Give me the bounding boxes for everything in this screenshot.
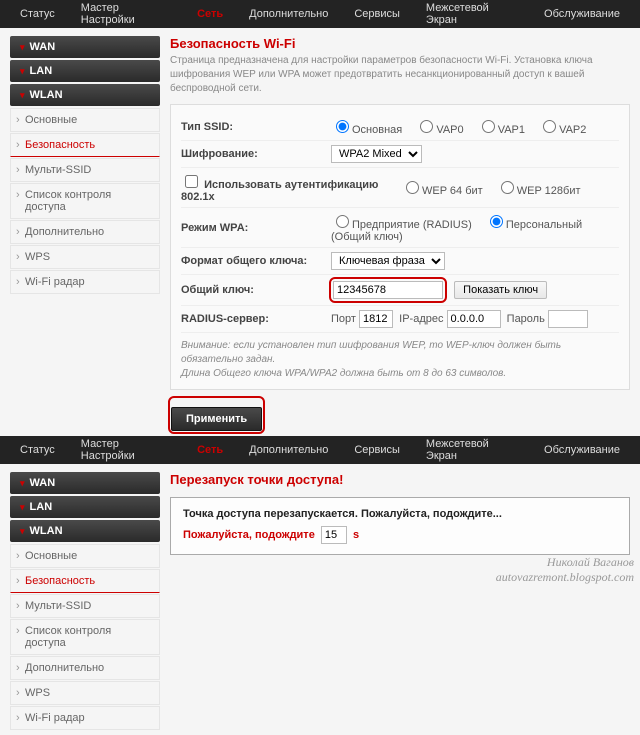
- countdown-input: [321, 526, 347, 544]
- sidebar-sub-5[interactable]: WPS: [10, 681, 160, 705]
- nav-item-1[interactable]: Мастер Настройки: [69, 432, 183, 468]
- sidebar-cat-wan[interactable]: WAN: [10, 36, 160, 58]
- nav-item-0[interactable]: Статус: [8, 2, 67, 26]
- sidebar-sub-0[interactable]: Основные: [10, 544, 160, 568]
- nav-item-3[interactable]: Дополнительно: [237, 2, 340, 26]
- page-title: Безопасность Wi-Fi: [170, 36, 630, 51]
- ssid-opt-vap1[interactable]: VAP1: [477, 124, 525, 136]
- sidebar-sub-5[interactable]: WPS: [10, 245, 160, 269]
- sidebar-sub-3[interactable]: Список контроля доступа: [10, 183, 160, 219]
- sidebar-sub-2[interactable]: Мульти-SSID: [10, 594, 160, 618]
- restart-line1: Точка доступа перезапускается. Пожалуйст…: [183, 508, 617, 520]
- ssid-opt-vap0[interactable]: VAP0: [415, 124, 463, 136]
- nav-item-6[interactable]: Обслуживание: [532, 2, 632, 26]
- show-key-button[interactable]: Показать ключ: [454, 281, 547, 299]
- sidebar-sub-1[interactable]: Безопасность: [10, 569, 160, 593]
- sidebar-cat-wlan[interactable]: WLAN: [10, 84, 160, 106]
- nav-item-2[interactable]: Сеть: [185, 438, 235, 462]
- nav-item-3[interactable]: Дополнительно: [237, 438, 340, 462]
- radius-ip-input[interactable]: [447, 310, 501, 328]
- nav-item-2[interactable]: Сеть: [185, 2, 235, 26]
- row-radius: RADIUS-сервер: Порт IP-адрес Пароль: [181, 306, 619, 333]
- nav-item-5[interactable]: Межсетевой Экран: [414, 432, 530, 468]
- sidebar-cat-wan[interactable]: WAN: [10, 472, 160, 494]
- wep64-radio[interactable]: WEP 64 бит: [401, 185, 483, 197]
- sidebar-sub-6[interactable]: Wi-Fi радар: [10, 706, 160, 730]
- sidebar-sub-6[interactable]: Wi-Fi радар: [10, 270, 160, 294]
- wpa-enterprise-radio[interactable]: Предприятие (RADIUS): [331, 219, 472, 231]
- form-note: Внимание: если установлен тип шифрования…: [181, 339, 619, 381]
- sidebar-2: WANLANWLANОсновныеБезопасностьМульти-SSI…: [10, 472, 160, 731]
- nav-item-1[interactable]: Мастер Настройки: [69, 0, 183, 32]
- ssid-opt-main[interactable]: Основная: [331, 124, 402, 136]
- main-panel-2: Перезапуск точки доступа! Точка доступа …: [170, 472, 630, 731]
- sidebar-sub-1[interactable]: Безопасность: [10, 133, 160, 157]
- sidebar-sub-3[interactable]: Список контроля доступа: [10, 619, 160, 655]
- nav-item-4[interactable]: Сервисы: [342, 438, 412, 462]
- nav-item-4[interactable]: Сервисы: [342, 2, 412, 26]
- row-key-format: Формат общего ключа: Ключевая фраза: [181, 248, 619, 275]
- shared-key-input[interactable]: [333, 281, 443, 299]
- sidebar-sub-4[interactable]: Дополнительно: [10, 220, 160, 244]
- top-nav: СтатусМастер НастройкиСетьДополнительноС…: [0, 0, 640, 28]
- row-wpa-mode: Режим WPA: Предприятие (RADIUS) Персонал…: [181, 208, 619, 248]
- sidebar-sub-4[interactable]: Дополнительно: [10, 656, 160, 680]
- sidebar-sub-2[interactable]: Мульти-SSID: [10, 158, 160, 182]
- top-nav-2: СтатусМастер НастройкиСетьДополнительноС…: [0, 436, 640, 464]
- nav-item-0[interactable]: Статус: [8, 438, 67, 462]
- sidebar-sub-0[interactable]: Основные: [10, 108, 160, 132]
- wep128-radio[interactable]: WEP 128бит: [496, 185, 581, 197]
- key-format-select[interactable]: Ключевая фраза: [331, 252, 445, 270]
- row-8021x: Использовать аутентификацию 802.1x WEP 6…: [181, 168, 619, 208]
- row-encryption: Шифрование: WPA2 Mixed: [181, 141, 619, 168]
- main-panel: Безопасность Wi-Fi Страница предназначен…: [170, 36, 630, 432]
- ssid-opt-vap2[interactable]: VAP2: [538, 124, 586, 136]
- sidebar-cat-lan[interactable]: LAN: [10, 496, 160, 518]
- sidebar: WANLANWLANОсновныеБезопасностьМульти-SSI…: [10, 36, 160, 432]
- nav-item-5[interactable]: Межсетевой Экран: [414, 0, 530, 32]
- radius-pass-input[interactable]: [548, 310, 588, 328]
- row-ssid-type: Тип SSID: Основная VAP0 VAP1 VAP2: [181, 113, 619, 141]
- nav-item-6[interactable]: Обслуживание: [532, 438, 632, 462]
- encryption-select[interactable]: WPA2 Mixed: [331, 145, 422, 163]
- auth-8021x-checkbox[interactable]: Использовать аутентификацию 802.1x: [181, 179, 378, 203]
- restart-title: Перезапуск точки доступа!: [170, 472, 630, 487]
- sidebar-cat-lan[interactable]: LAN: [10, 60, 160, 82]
- restart-message: Точка доступа перезапускается. Пожалуйст…: [170, 497, 630, 555]
- row-shared-key: Общий ключ: Показать ключ: [181, 275, 619, 306]
- settings-form: Тип SSID: Основная VAP0 VAP1 VAP2 Шифров…: [170, 104, 630, 390]
- sidebar-cat-wlan[interactable]: WLAN: [10, 520, 160, 542]
- ssid-type-options: Основная VAP0 VAP1 VAP2: [331, 117, 619, 136]
- page-description: Страница предназначена для настройки пар…: [170, 54, 630, 96]
- apply-button[interactable]: Применить: [171, 407, 262, 431]
- radius-port-input[interactable]: [359, 310, 393, 328]
- restart-line2: Пожалуйста, подождите s: [183, 526, 617, 544]
